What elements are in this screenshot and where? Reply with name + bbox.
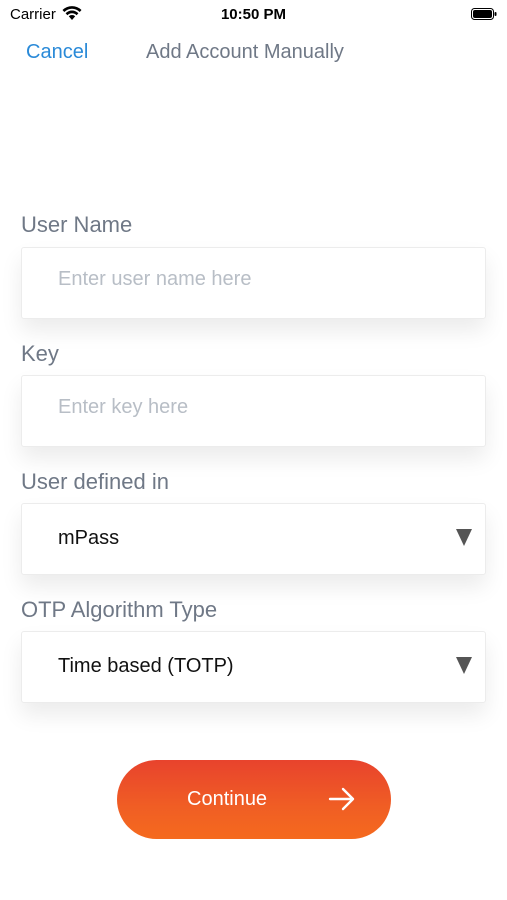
- key-field-container[interactable]: [21, 375, 486, 447]
- status-bar: Carrier 10:50 PM: [0, 0, 507, 30]
- user-defined-in-dropdown[interactable]: mPass: [21, 503, 486, 575]
- user-name-label: User Name: [21, 212, 133, 237]
- continue-button-label: Continue: [187, 788, 268, 810]
- user-name-input[interactable]: [58, 268, 458, 291]
- dropdown-arrow-icon[interactable]: [456, 529, 472, 546]
- otp-algorithm-type-label: OTP Algorithm Type: [21, 597, 218, 622]
- battery-icon: [471, 7, 497, 20]
- cancel-button[interactable]: Cancel: [26, 41, 88, 64]
- user-defined-in-label: User defined in: [21, 469, 169, 494]
- arrow-right-icon: [328, 786, 356, 817]
- otp-algorithm-type-dropdown[interactable]: Time based (TOTP): [21, 631, 486, 703]
- nav-bar: Cancel Add Account Manually: [0, 38, 507, 70]
- page-title: Add Account Manually: [146, 41, 344, 63]
- key-label: Key: [21, 341, 59, 366]
- status-time: 10:50 PM: [220, 6, 287, 23]
- otp-algorithm-type-value: Time based (TOTP): [58, 655, 234, 677]
- key-input[interactable]: [58, 396, 458, 419]
- user-name-field-container[interactable]: [21, 247, 486, 319]
- continue-button[interactable]: Continue: [117, 760, 391, 839]
- user-defined-in-value: mPass: [58, 527, 120, 549]
- dropdown-arrow-icon[interactable]: [456, 657, 472, 674]
